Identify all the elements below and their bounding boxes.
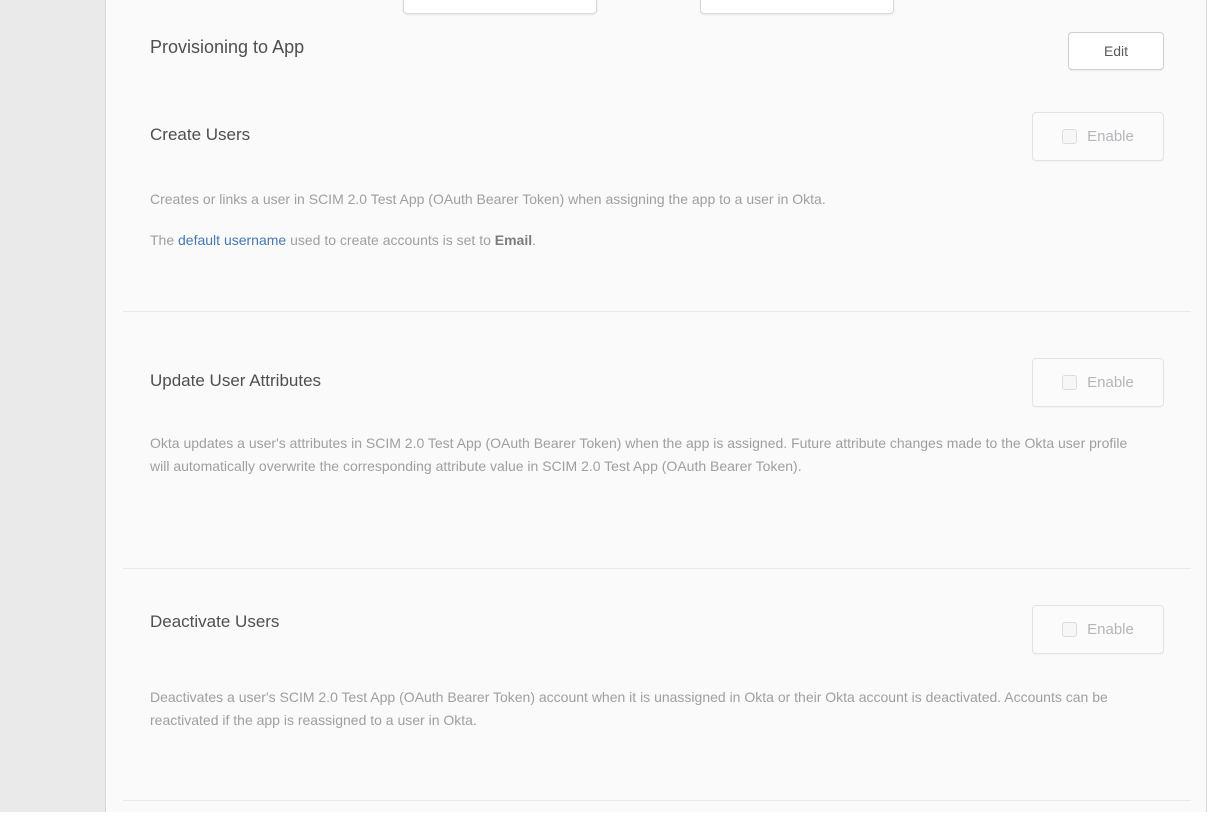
- section-divider: [123, 568, 1191, 569]
- create-users-username-note: The default username used to create acco…: [150, 229, 1140, 252]
- default-username-link[interactable]: default username: [178, 232, 286, 248]
- create-users-enable-checkbox[interactable]: [1062, 129, 1077, 144]
- update-user-attributes-enable-checkbox[interactable]: [1062, 375, 1077, 390]
- section-divider: [123, 800, 1191, 801]
- update-user-attributes-enable-button[interactable]: Enable: [1032, 358, 1164, 407]
- enable-button-label: Enable: [1087, 128, 1134, 145]
- deactivate-users-enable-button[interactable]: Enable: [1032, 605, 1164, 654]
- okta-provisioning-page: Provisioning to App Edit Create Users En…: [0, 0, 1212, 820]
- enable-button-label: Enable: [1087, 374, 1134, 391]
- deactivate-users-description: Deactivates a user's SCIM 2.0 Test App (…: [150, 686, 1110, 732]
- provisioning-settings-panel: Provisioning to App Edit Create Users En…: [107, 0, 1207, 812]
- section-title-create-users: Create Users: [150, 125, 250, 145]
- username-note-value: Email: [495, 232, 532, 248]
- create-users-enable-button[interactable]: Enable: [1032, 112, 1164, 161]
- enable-button-label: Enable: [1087, 621, 1134, 638]
- deactivate-users-enable-checkbox[interactable]: [1062, 622, 1077, 637]
- username-note-suffix: .: [532, 232, 536, 248]
- username-note-middle: used to create accounts is set to: [286, 232, 495, 248]
- page-title: Provisioning to App: [150, 37, 304, 58]
- username-note-prefix: The: [150, 232, 178, 248]
- provisioning-nav-button-partial-1[interactable]: [403, 0, 597, 14]
- update-user-attributes-description: Okta updates a user's attributes in SCIM…: [150, 432, 1142, 478]
- left-sidebar: [0, 0, 106, 812]
- section-title-deactivate-users: Deactivate Users: [150, 612, 279, 632]
- create-users-description: Creates or links a user in SCIM 2.0 Test…: [150, 188, 1140, 211]
- provisioning-nav-button-partial-2[interactable]: [700, 0, 894, 14]
- edit-button[interactable]: Edit: [1068, 32, 1164, 70]
- section-divider: [123, 311, 1191, 312]
- section-title-update-user-attributes: Update User Attributes: [150, 371, 321, 391]
